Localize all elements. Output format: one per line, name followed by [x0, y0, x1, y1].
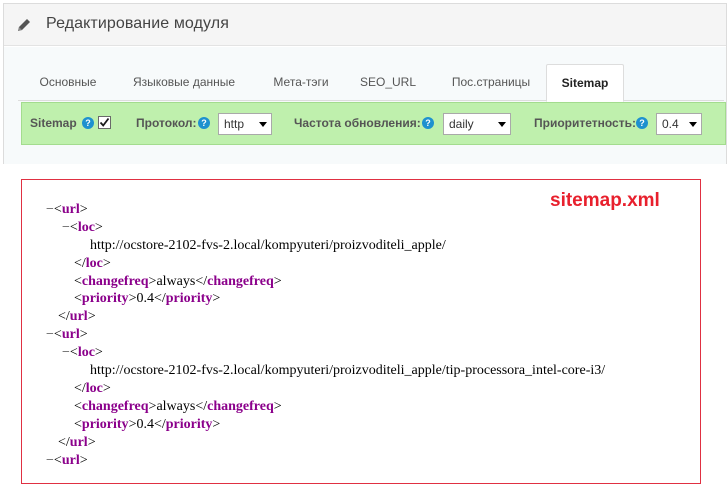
xml-loc-close: </loc>: [74, 381, 111, 396]
chevron-down-icon: [259, 122, 267, 127]
page-title: Редактирование модуля: [46, 15, 229, 32]
sitemap-settings-bar: Sitemap ? Протокол: ? http Частота обнов…: [21, 102, 726, 145]
priority-select[interactable]: 0.4: [656, 113, 702, 135]
help-icon[interactable]: ?: [82, 117, 94, 129]
tab-bar: Основные Языковые данные Мета-тэги SEO_U…: [18, 64, 724, 102]
sitemap-label: Sitemap: [30, 116, 77, 130]
priority-value: 0.4: [136, 417, 154, 432]
xml-loc-open: −<loc>: [62, 220, 103, 235]
panel-body: Основные Языковые данные Мета-тэги SEO_U…: [4, 47, 726, 164]
changefreq-label: Частота обновления:: [294, 116, 421, 130]
xml-url-close: </url>: [58, 435, 96, 450]
collapse-toggle[interactable]: −: [62, 345, 70, 360]
tab-seo-url[interactable]: SEO_URL: [348, 64, 428, 101]
collapse-toggle[interactable]: −: [46, 453, 54, 468]
priority-label: Приоритетность:: [534, 116, 636, 130]
checkmark-icon: [99, 117, 110, 127]
panel-heading: Редактирование модуля: [4, 4, 726, 46]
sitemap-enabled-checkbox[interactable]: [98, 116, 111, 129]
help-icon[interactable]: ?: [422, 117, 434, 129]
module-edit-panel: Редактирование модуля Основные Языковые …: [3, 3, 727, 164]
xml-loc-value: http://ocstore-2102-fvs-2.local/kompyute…: [90, 363, 606, 378]
priority-select-value: 0.4: [662, 117, 679, 131]
pencil-icon: [18, 19, 30, 31]
chevron-down-icon: [498, 122, 506, 127]
sitemap-file-label: sitemap.xml: [550, 190, 660, 211]
xml-loc-value: http://ocstore-2102-fvs-2.local/kompyute…: [90, 238, 446, 253]
chevron-down-icon: [689, 122, 697, 127]
collapse-toggle[interactable]: −: [62, 220, 70, 235]
tab-language-data[interactable]: Языковые данные: [118, 64, 250, 101]
xml-changefreq: <changefreq>always</changefreq>: [74, 399, 282, 414]
xml-loc-open: −<loc>: [62, 345, 103, 360]
tab-sitemap[interactable]: Sitemap: [546, 64, 624, 102]
xml-priority: <priority>0.4</priority>: [74, 291, 221, 306]
xml-priority: <priority>0.4</priority>: [74, 417, 221, 432]
changefreq-select-value: daily: [449, 117, 474, 131]
tab-main[interactable]: Основные: [22, 64, 114, 101]
sitemap-xml-preview: sitemap.xml −<url> −<loc> http://ocstore…: [21, 179, 701, 484]
changefreq-value: always: [156, 399, 196, 414]
xml-url-close: </url>: [58, 309, 96, 324]
help-icon[interactable]: ?: [636, 117, 648, 129]
tab-landing-pages[interactable]: Пос.страницы: [436, 64, 546, 101]
help-icon[interactable]: ?: [198, 117, 210, 129]
xml-url-open: −<url>: [46, 327, 88, 342]
collapse-toggle[interactable]: −: [46, 202, 54, 217]
collapse-toggle[interactable]: −: [46, 327, 54, 342]
protocol-select[interactable]: http: [218, 113, 272, 135]
xml-changefreq: <changefreq>always</changefreq>: [74, 274, 282, 289]
tab-meta-tags[interactable]: Мета-тэги: [258, 64, 344, 101]
protocol-label: Протокол:: [136, 116, 197, 130]
xml-loc-close: </loc>: [74, 256, 111, 271]
xml-url-open: −<url>: [46, 202, 88, 217]
protocol-select-value: http: [224, 117, 245, 131]
priority-value: 0.4: [136, 291, 154, 306]
xml-url-open: −<url>: [46, 453, 88, 468]
changefreq-select[interactable]: daily: [443, 113, 511, 135]
changefreq-value: always: [156, 274, 196, 289]
